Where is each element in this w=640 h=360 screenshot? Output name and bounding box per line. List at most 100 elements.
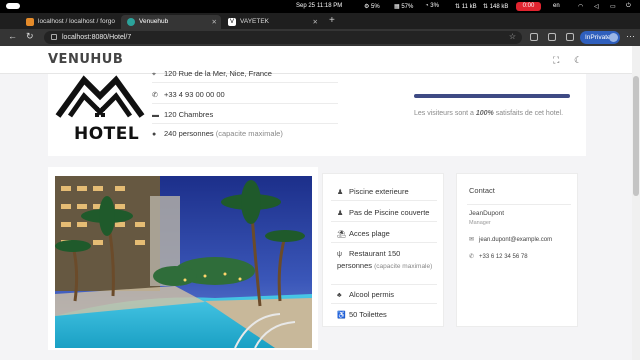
- memory-readout: ▦ 57%: [394, 4, 414, 10]
- page-scrollbar[interactable]: [632, 46, 640, 360]
- fullscreen-icon[interactable]: ⛶: [553, 55, 559, 66]
- site-header: VENUHUB ⛶ ☾: [0, 46, 632, 74]
- location-icon: ⌖: [152, 71, 156, 78]
- hotel-pool-photo[interactable]: [55, 176, 312, 348]
- carousel-indicators: [150, 338, 210, 348]
- phpmyadmin-icon: [26, 18, 34, 26]
- person-icon: ●: [152, 131, 157, 138]
- tab-label: Venuehub: [139, 18, 169, 25]
- net-up-value: 11 kB: [461, 4, 477, 10]
- amenity-label: Alcool permis: [349, 290, 395, 299]
- pool-scene-image: [55, 176, 312, 348]
- hotel-photo-carousel: [48, 167, 318, 350]
- contact-name: JeanDupont: [469, 210, 505, 217]
- workspace-indicator[interactable]: [6, 3, 20, 9]
- divider: [152, 123, 338, 124]
- rooms-text: 120 Chambres: [164, 110, 214, 119]
- amenity-item: ψ Restaurant 150 personnes (capacite maxi…: [337, 248, 437, 272]
- satisfaction-progress-fill: [414, 94, 570, 98]
- split-screen-icon[interactable]: [530, 33, 538, 41]
- amenity-label: 50 Toilettes: [349, 310, 387, 319]
- tab-vayetek[interactable]: V VAYETEK ✕: [222, 15, 322, 29]
- contact-phone-row[interactable]: ✆ +33 6 12 34 56 78: [469, 253, 528, 260]
- phone-row: ✆ +33 4 93 00 00 00: [152, 90, 302, 99]
- hotel-info-section: HOTEL ⌖ 120 Rue de la Mer, Nice, France ✆…: [48, 69, 586, 156]
- back-icon[interactable]: ←: [8, 31, 17, 41]
- satisfaction-value: 100%: [475, 110, 494, 117]
- cpu-readout: ⚙ 5%: [364, 4, 380, 10]
- hotel-logo: HOTEL: [54, 74, 146, 154]
- phone-text: +33 4 93 00 00 00: [164, 90, 225, 99]
- address-toolbar: ← ↻ localhost:8080/Hotel/7 ☆ InPrivate ⋯: [0, 29, 640, 46]
- profile-avatar: [609, 33, 618, 42]
- divider: [152, 82, 338, 83]
- scrollbar-thumb[interactable]: [633, 76, 639, 196]
- tab-strip: localhost / localhost / forgo Venuehub ✕…: [0, 13, 640, 29]
- contact-phone[interactable]: +33 6 12 34 56 78: [479, 254, 528, 260]
- favorite-star-icon[interactable]: ☆: [509, 32, 516, 41]
- collections-icon[interactable]: [566, 33, 574, 41]
- new-tab-icon[interactable]: +: [329, 15, 335, 26]
- toilet-icon: ♿: [337, 312, 346, 319]
- time-label: 11:18 PM: [317, 3, 343, 9]
- contact-role: Manager: [469, 220, 491, 226]
- capacity-text: 240 personnes: [164, 129, 214, 138]
- amenity-label: Pas de Piscine couverte: [349, 208, 430, 217]
- close-tab-icon[interactable]: ✕: [212, 18, 217, 26]
- battery-icon[interactable]: ▭: [610, 3, 616, 10]
- amenity-item: ♟ Pas de Piscine couverte: [337, 207, 437, 219]
- site-info-icon[interactable]: [51, 34, 57, 40]
- divider: [331, 221, 437, 222]
- tab-venuehub[interactable]: Venuehub ✕: [121, 15, 221, 29]
- amenity-item: ⛱ Acces plage: [337, 228, 437, 240]
- amenity-item: ♣ Alcool permis: [337, 289, 437, 301]
- amenity-label: Acces plage: [349, 229, 390, 238]
- satisfaction-suffix: satisfaits de cet hotel.: [495, 110, 564, 117]
- divider: [331, 200, 437, 201]
- date-label: Sep 25: [296, 3, 316, 9]
- close-tab-icon[interactable]: ✕: [313, 18, 318, 26]
- url-field[interactable]: localhost:8080/Hotel/7 ☆: [44, 31, 522, 44]
- favorites-icon[interactable]: [548, 33, 556, 41]
- volume-icon[interactable]: ◁: [594, 3, 599, 10]
- gpu-value: 3%: [430, 3, 439, 9]
- language-label[interactable]: en: [553, 3, 560, 9]
- address-row: ⌖ 120 Rue de la Mer, Nice, France: [152, 69, 302, 79]
- bar-icon: ♣: [337, 292, 342, 299]
- satisfaction-text: Les visiteurs sont a 100% satisfaits de …: [414, 108, 574, 119]
- vayetek-favicon: V: [228, 18, 236, 26]
- rooms-row: ▬ 120 Chambres: [152, 110, 302, 119]
- amenity-item: ♟ Piscine exterieure: [337, 186, 437, 198]
- power-icon[interactable]: ⏻: [626, 3, 631, 10]
- site-brand[interactable]: VENUHUB: [48, 52, 123, 67]
- dark-mode-icon[interactable]: ☾: [574, 55, 582, 66]
- logo-text: HOTEL: [74, 124, 140, 144]
- reload-icon[interactable]: ↻: [26, 31, 34, 42]
- divider: [467, 204, 571, 205]
- phone-icon: ✆: [469, 254, 475, 260]
- more-menu-icon[interactable]: ⋯: [626, 31, 635, 42]
- person-icon: ♟: [337, 189, 344, 196]
- memory-value: 57%: [401, 4, 414, 10]
- contact-card: Contact JeanDupont Manager ✉ jean.dupont@…: [456, 173, 578, 327]
- tab-label: VAYETEK: [240, 18, 270, 25]
- divider: [331, 303, 437, 304]
- satisfaction-progress-bar: [414, 94, 570, 98]
- recording-badge[interactable]: 0:00: [516, 2, 541, 11]
- page-content: VENUHUB ⛶ ☾ HOTEL ⌖ 120 Rue de la Mer, Ni…: [0, 46, 632, 360]
- capacity-row: ● 240 personnes (capacite maximale): [152, 129, 302, 138]
- contact-email[interactable]: jean.dupont@example.com: [479, 237, 552, 243]
- net-up-readout: ⇅ 11 kB: [455, 4, 477, 10]
- inprivate-badge[interactable]: InPrivate: [580, 31, 620, 44]
- contact-email-row[interactable]: ✉ jean.dupont@example.com: [469, 236, 552, 243]
- divider: [331, 242, 437, 243]
- phone-icon: ✆: [152, 92, 158, 99]
- amenity-label: Piscine exterieure: [349, 187, 409, 196]
- net-down-readout: ⇅ 148 kB: [483, 4, 509, 10]
- bed-icon: ▬: [152, 112, 159, 119]
- tab-phpmyadmin[interactable]: localhost / localhost / forgo: [20, 15, 120, 29]
- url-text: localhost:8080/Hotel/7: [62, 34, 132, 41]
- restaurant-icon: ψ: [337, 251, 342, 258]
- address-text: 120 Rue de la Mer, Nice, France: [164, 69, 272, 78]
- wifi-icon[interactable]: ◠: [578, 3, 583, 10]
